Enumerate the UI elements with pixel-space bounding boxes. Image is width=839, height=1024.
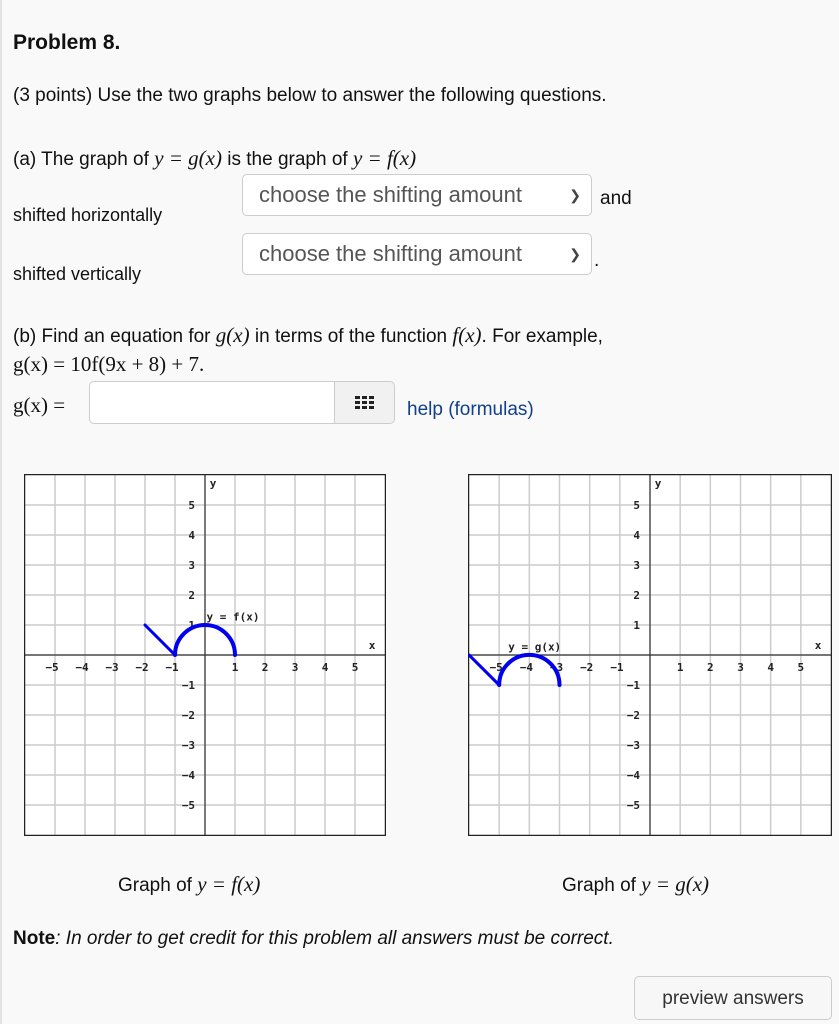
y-tick-label: −5 — [182, 799, 195, 812]
g-of-x: g(x) — [215, 323, 250, 347]
y-tick-label: −2 — [182, 709, 195, 722]
caption-f-prefix: Graph of — [118, 875, 198, 896]
part-b-prompt: (b) Find an equation for g(x) in terms o… — [13, 323, 603, 348]
and-text: and — [600, 188, 632, 209]
y-tick-label: −2 — [627, 709, 640, 722]
y-tick-label: 5 — [188, 499, 195, 512]
part-b-mid: in terms of the function — [249, 326, 453, 347]
caption-g: Graph of y = g(x) — [562, 872, 709, 897]
vertical-shift-value: choose the shifting amount — [259, 241, 522, 266]
caption-g-prefix: Graph of — [562, 875, 642, 896]
period-text: . — [594, 250, 600, 271]
x-tick-label: 3 — [737, 661, 744, 674]
x-tick-label: 2 — [707, 661, 714, 674]
preview-answers-button[interactable]: preview answers — [634, 976, 832, 1020]
y-tick-label: 4 — [633, 529, 640, 542]
curve-label: y = f(x) — [207, 611, 260, 624]
y-tick-label: −4 — [627, 769, 641, 782]
grid-keypad-icon — [354, 395, 374, 409]
y-tick-label: 2 — [188, 589, 195, 602]
curve-label: y = g(x) — [508, 641, 561, 654]
y-tick-label: −3 — [627, 739, 640, 752]
answer-label: g(x) = — [13, 393, 66, 417]
graph-f: −5 −4 −3 −2 −1 1 2 3 4 554321−1−2−3−4−5xyy = f(x) — [24, 474, 386, 836]
part-a-middle: is the graph of — [222, 149, 353, 170]
chevron-down-icon: ❯ — [569, 187, 581, 203]
y-axis-label: y — [210, 477, 217, 490]
x-tick-label: 3 — [292, 661, 299, 674]
x-tick-label: 1 — [677, 661, 684, 674]
x-tick-label: −5 — [45, 661, 58, 674]
caption-f-expr: y = f(x) — [197, 872, 261, 896]
horizontal-shift-value: choose the shifting amount — [259, 182, 522, 207]
y-tick-label: −4 — [182, 769, 196, 782]
x-tick-label: −3 — [105, 661, 118, 674]
example-formula: g(x) = 10f(9x + 8) + 7. — [13, 352, 205, 376]
x-tick-label: 4 — [767, 661, 774, 674]
vertical-label: shifted vertically — [13, 264, 142, 284]
y-tick-label: 3 — [188, 559, 195, 572]
y-tick-label: −3 — [182, 739, 195, 752]
horizontal-shift-select[interactable]: choose the shifting amount ❯ — [242, 174, 592, 216]
caption-g-expr: y = g(x) — [641, 872, 710, 896]
g-expression: y = g(x) — [154, 146, 222, 170]
y-tick-label: −1 — [182, 679, 196, 692]
note-label: Note — [13, 928, 56, 949]
chevron-down-icon: ❯ — [569, 246, 581, 262]
equation-editor-button[interactable] — [334, 381, 395, 424]
x-tick-label: 1 — [232, 661, 239, 674]
note: Note: In order to get credit for this pr… — [13, 928, 614, 950]
x-tick-label: −4 — [520, 661, 534, 674]
problem-intro: (3 points) Use the two graphs below to a… — [13, 85, 607, 106]
x-tick-label: 5 — [798, 661, 805, 674]
part-a-prompt: (a) The graph of y = g(x) is the graph o… — [13, 146, 416, 171]
x-tick-label: 2 — [262, 661, 269, 674]
part-a-prefix: (a) The graph of — [13, 149, 155, 170]
y-tick-label: 4 — [188, 529, 195, 542]
f-expression: y = f(x) — [352, 146, 417, 170]
x-tick-label: −1 — [165, 661, 179, 674]
x-axis-label: x — [369, 639, 376, 652]
y-tick-label: 1 — [633, 619, 640, 632]
x-tick-label: −1 — [610, 661, 624, 674]
note-text: : In order to get credit for this proble… — [55, 928, 614, 949]
x-tick-label: 4 — [322, 661, 329, 674]
problem-title: Problem 8. — [13, 31, 121, 54]
y-tick-label: 2 — [633, 589, 640, 602]
caption-f: Graph of y = f(x) — [118, 872, 260, 897]
x-tick-label: 5 — [352, 661, 359, 674]
horizontal-label: shifted horizontally — [13, 205, 163, 225]
y-tick-label: 3 — [633, 559, 640, 572]
y-tick-label: −1 — [627, 679, 641, 692]
x-axis-label: x — [815, 639, 822, 652]
y-tick-label: −5 — [627, 799, 640, 812]
f-of-x: f(x) — [452, 323, 482, 347]
help-formulas-link[interactable]: help (formulas) — [407, 399, 534, 421]
part-b-suffix: . For example, — [481, 326, 603, 347]
y-axis-label: y — [655, 477, 662, 490]
y-tick-label: 5 — [633, 499, 640, 512]
part-b-prefix: (b) Find an equation for — [13, 326, 216, 347]
x-tick-label: −2 — [135, 661, 148, 674]
x-tick-label: −4 — [75, 661, 89, 674]
answer-input[interactable] — [89, 381, 335, 424]
x-tick-label: −2 — [580, 661, 593, 674]
graph-g: −5 −4 −3 −2 −1 1 2 3 4 554321−1−2−3−4−5xyy = g(x) — [468, 474, 832, 836]
vertical-shift-select[interactable]: choose the shifting amount ❯ — [242, 233, 592, 275]
